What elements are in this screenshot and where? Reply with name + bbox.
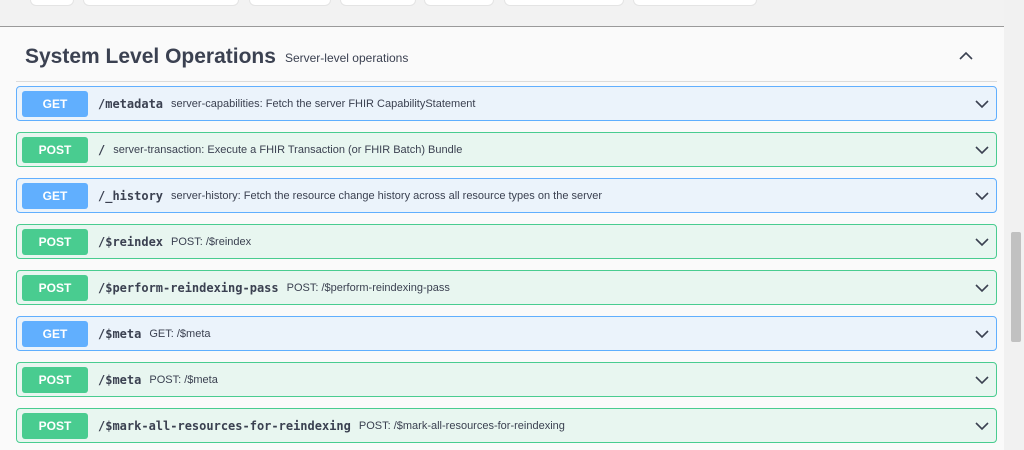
operation-path: /$meta (98, 372, 142, 387)
operation-path: /_history (98, 188, 164, 203)
operation-summary: server-transaction: Execute a FHIR Trans… (113, 143, 463, 156)
filter-chip[interactable] (424, 0, 494, 6)
operation-block[interactable]: POST / server-transaction: Execute a FHI… (16, 132, 997, 167)
operation-block[interactable]: GET /$meta GET: /$meta (16, 316, 997, 351)
vertical-scrollbar[interactable] (1004, 0, 1024, 450)
method-badge: POST (22, 136, 88, 163)
operation-summary: GET: /$meta (149, 327, 211, 340)
section-header[interactable]: System Level Operations Server-level ope… (16, 32, 997, 82)
chevron-down-icon[interactable] (974, 188, 990, 204)
chevron-down-icon[interactable] (974, 280, 990, 296)
method-badge: GET (22, 182, 88, 209)
filter-chip[interactable] (83, 0, 239, 6)
chevron-up-icon[interactable] (955, 45, 977, 67)
method-badge: POST (22, 274, 88, 301)
chevron-down-icon[interactable] (974, 372, 990, 388)
section-description: Server-level operations (284, 50, 409, 65)
operations-list: GET /metadata server-capabilities: Fetch… (16, 86, 997, 450)
scrollbar-thumb[interactable] (1011, 232, 1021, 342)
method-badge: GET (22, 90, 88, 117)
section-title: System Level Operations (25, 44, 276, 68)
filter-chip[interactable] (633, 0, 757, 6)
operation-path: /$meta (98, 326, 142, 341)
filter-chip[interactable] (504, 0, 624, 6)
operation-summary: server-capabilities: Fetch the server FH… (171, 97, 476, 110)
operation-summary: POST: /$perform-reindexing-pass (286, 281, 450, 294)
chevron-down-icon[interactable] (974, 418, 990, 434)
operation-summary: POST: /$meta (149, 373, 218, 386)
filter-chip[interactable] (340, 0, 416, 6)
operation-summary: server-history: Fetch the resource chang… (171, 189, 603, 202)
operation-block[interactable]: GET /_history server-history: Fetch the … (16, 178, 997, 213)
operation-path: /$perform-reindexing-pass (98, 280, 279, 295)
operation-block[interactable]: GET /metadata server-capabilities: Fetch… (16, 86, 997, 121)
method-badge: POST (22, 412, 88, 439)
chevron-down-icon[interactable] (974, 96, 990, 112)
method-badge: POST (22, 366, 88, 393)
method-badge: POST (22, 228, 88, 255)
filter-chip[interactable] (30, 0, 74, 6)
operation-block[interactable]: POST /$meta POST: /$meta (16, 362, 997, 397)
operation-block[interactable]: POST /$perform-reindexing-pass POST: /$p… (16, 270, 997, 305)
tag-filter-bar (0, 0, 1004, 27)
chevron-down-icon[interactable] (974, 326, 990, 342)
operation-path: /$reindex (98, 234, 164, 249)
method-badge: GET (22, 320, 88, 347)
operation-block[interactable]: POST /$mark-all-resources-for-reindexing… (16, 408, 997, 443)
operation-path: / (98, 142, 106, 157)
operation-path: /$mark-all-resources-for-reindexing (98, 418, 351, 433)
operation-summary: POST: /$mark-all-resources-for-reindexin… (358, 419, 565, 432)
operation-block[interactable]: POST /$reindex POST: /$reindex (16, 224, 997, 259)
operation-summary: POST: /$reindex (171, 235, 252, 248)
filter-chip[interactable] (249, 0, 331, 6)
chevron-down-icon[interactable] (974, 234, 990, 250)
chevron-down-icon[interactable] (974, 142, 990, 158)
operation-path: /metadata (98, 96, 164, 111)
